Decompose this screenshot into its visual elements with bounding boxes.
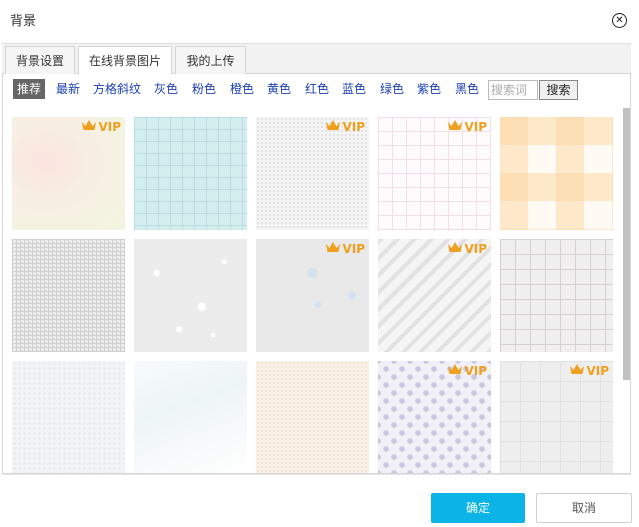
filter-blue[interactable]: 蓝色: [342, 79, 366, 99]
vip-label: VIP: [464, 241, 487, 256]
background-tile[interactable]: [256, 361, 369, 473]
vip-badge: VIP: [325, 119, 365, 134]
vip-badge: VIP: [569, 363, 609, 378]
crown-icon: [447, 119, 463, 134]
background-tile[interactable]: [12, 361, 125, 473]
background-tile[interactable]: VIP: [378, 361, 491, 473]
crown-icon: [325, 241, 341, 256]
vip-label: VIP: [342, 119, 365, 134]
search-input[interactable]: [488, 80, 538, 100]
vip-badge: VIP: [447, 241, 487, 256]
filter-pink[interactable]: 粉色: [192, 79, 216, 99]
filter-newest[interactable]: 最新: [56, 79, 80, 99]
background-tile[interactable]: VIP: [256, 239, 369, 352]
filter-orange[interactable]: 橙色: [230, 79, 254, 99]
background-tile[interactable]: VIP: [256, 117, 369, 230]
footer-divider: [2, 474, 631, 475]
background-tile[interactable]: [12, 239, 125, 352]
dialog-title: 背景: [10, 14, 37, 29]
tab-strip: 背景设置 在线背景图片 我的上传: [2, 43, 631, 76]
background-tile[interactable]: VIP: [378, 239, 491, 352]
vip-badge: VIP: [447, 363, 487, 378]
close-icon[interactable]: ✕: [612, 13, 627, 28]
tab-background-settings[interactable]: 背景设置: [5, 46, 75, 75]
background-tile[interactable]: [134, 117, 247, 230]
filter-purple[interactable]: 紫色: [417, 79, 441, 99]
filter-grid-diagonal[interactable]: 方格斜纹: [93, 79, 141, 99]
crown-icon: [447, 363, 463, 378]
filter-red[interactable]: 红色: [305, 79, 329, 99]
crown-icon: [325, 119, 341, 134]
background-tile[interactable]: VIP: [500, 361, 613, 473]
filter-black[interactable]: 黑色: [455, 79, 479, 99]
background-tile[interactable]: [500, 239, 613, 352]
vip-badge: VIP: [447, 119, 487, 134]
tab-my-uploads[interactable]: 我的上传: [175, 46, 246, 75]
filter-yellow[interactable]: 黄色: [267, 79, 291, 99]
background-tile[interactable]: [134, 361, 247, 473]
confirm-button[interactable]: 确定: [431, 493, 525, 523]
background-tile[interactable]: VIP: [378, 117, 491, 230]
vip-label: VIP: [464, 363, 487, 378]
filter-recommended[interactable]: 推荐: [13, 79, 46, 99]
vip-label: VIP: [342, 241, 365, 256]
vip-label: VIP: [586, 363, 609, 378]
crown-icon: [447, 241, 463, 256]
filter-green[interactable]: 绿色: [380, 79, 404, 99]
background-grid: VIP VIP VIP VIP VIP VIP VIP: [12, 117, 614, 473]
background-tile[interactable]: [134, 239, 247, 352]
background-tile[interactable]: [500, 117, 613, 230]
scrollbar[interactable]: [623, 108, 630, 380]
cancel-button[interactable]: 取消: [536, 493, 632, 523]
search-button[interactable]: 搜索: [539, 80, 578, 100]
background-tile[interactable]: VIP: [12, 117, 125, 230]
vip-badge: VIP: [81, 119, 121, 134]
crown-icon: [569, 363, 585, 378]
vip-label: VIP: [464, 119, 487, 134]
crown-icon: [81, 119, 97, 134]
vip-label: VIP: [98, 119, 121, 134]
vip-badge: VIP: [325, 241, 365, 256]
tab-online-backgrounds[interactable]: 在线背景图片: [78, 46, 172, 76]
filter-gray[interactable]: 灰色: [154, 79, 178, 99]
